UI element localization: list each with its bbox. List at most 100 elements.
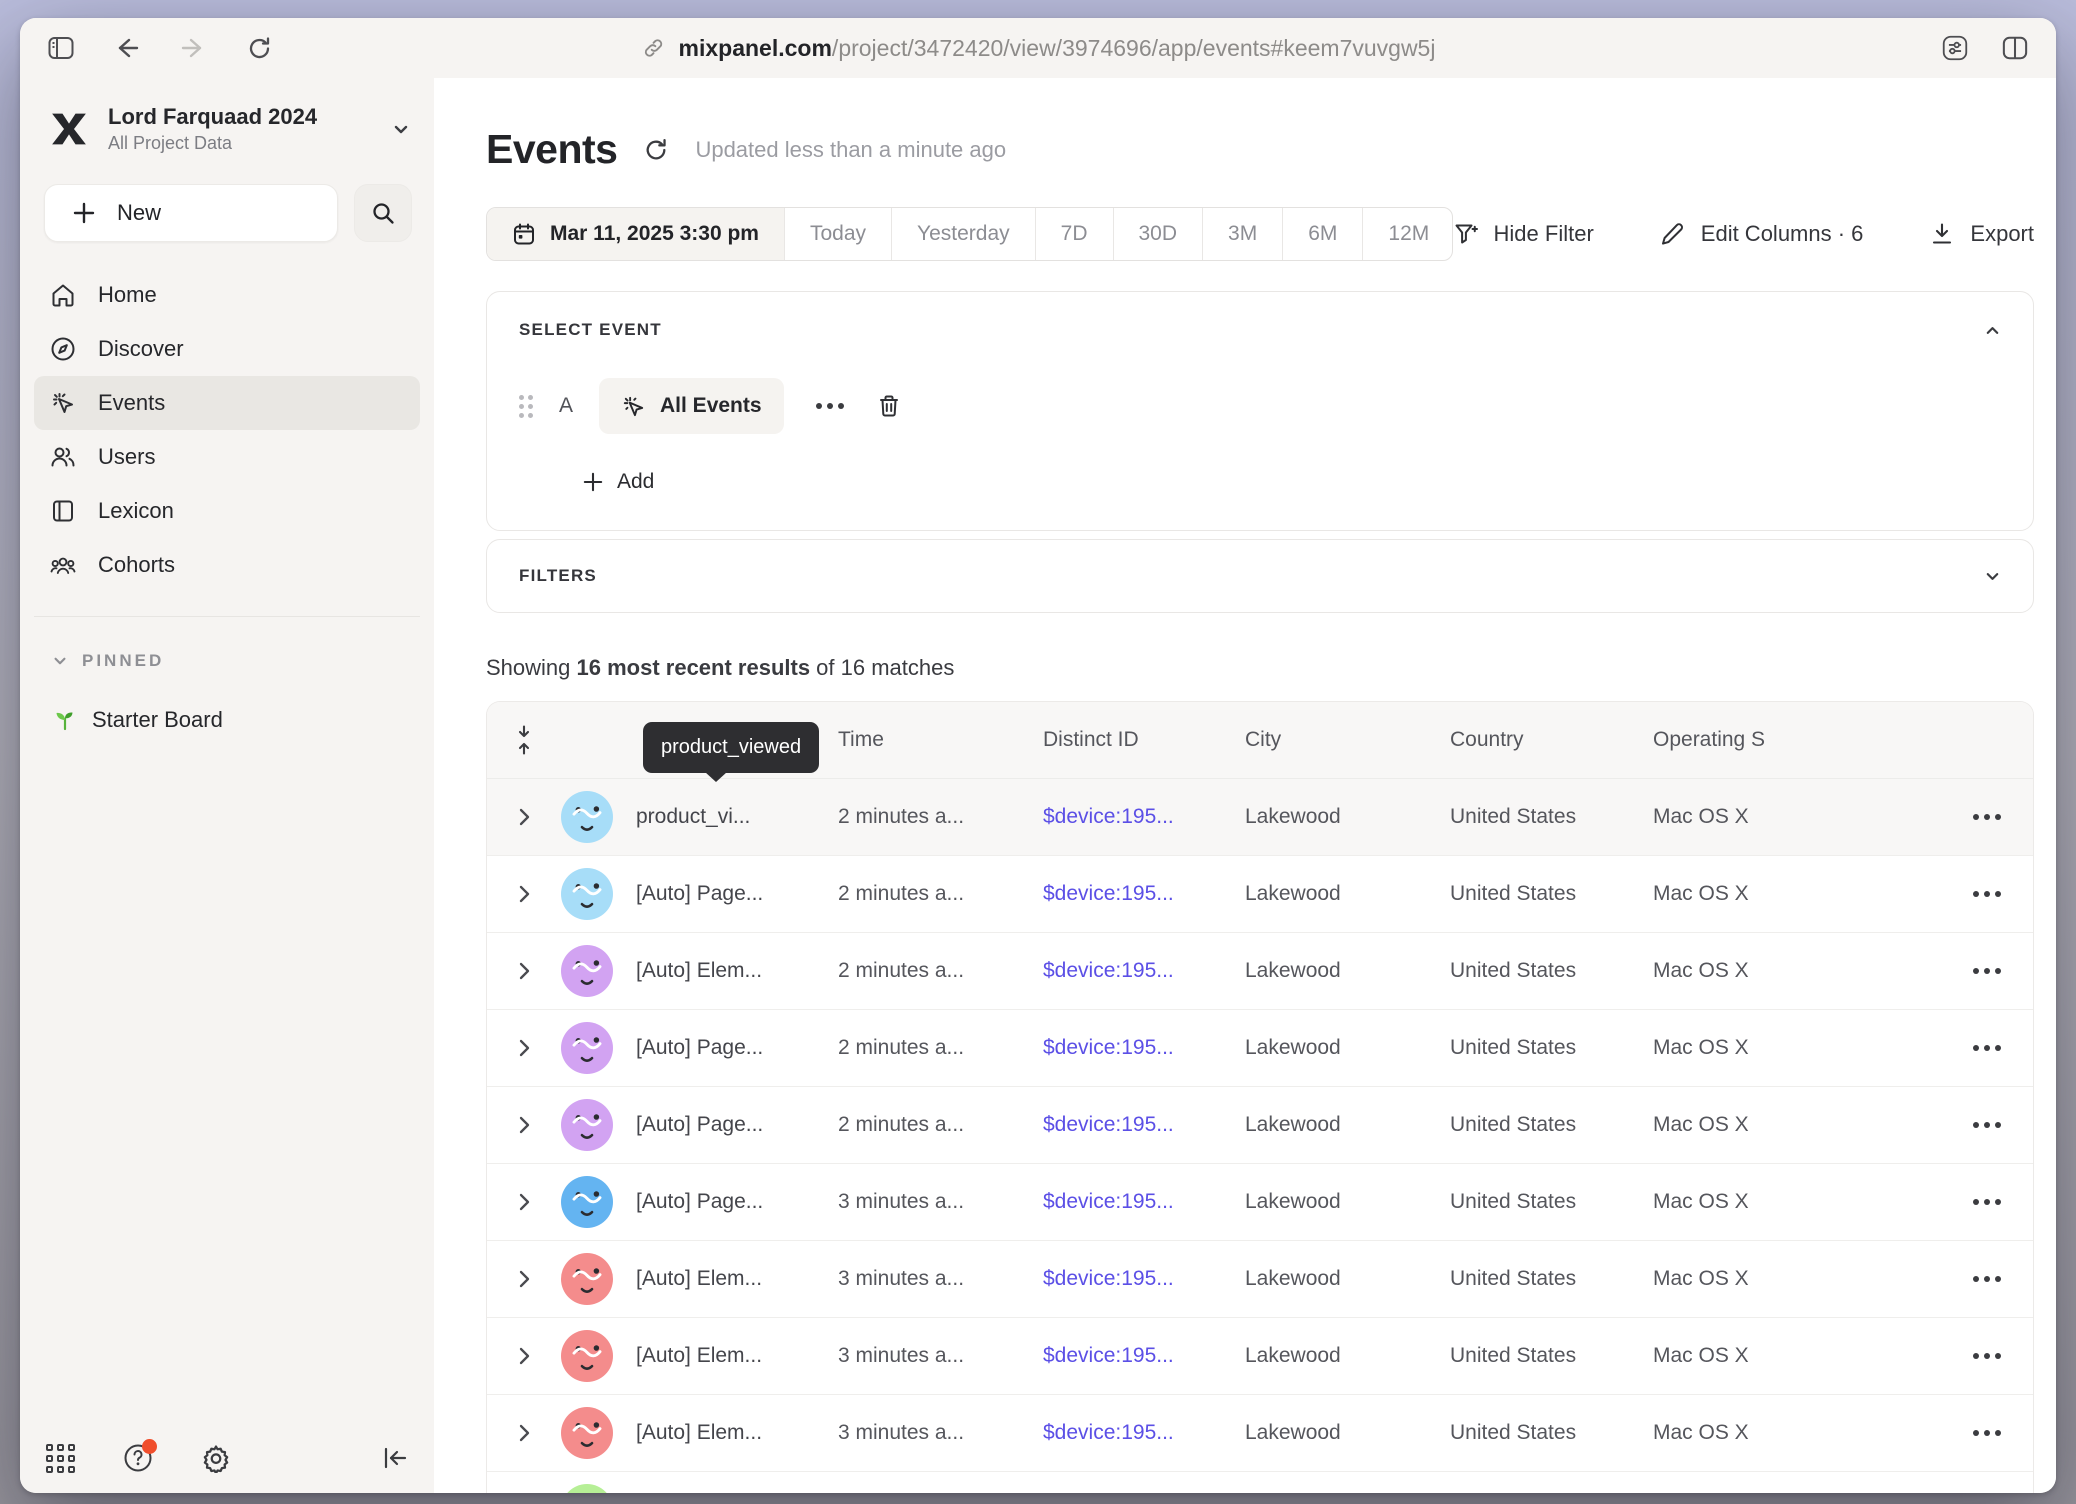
event-more-button[interactable]	[810, 403, 850, 409]
distinct-id-link[interactable]: $device:195...	[1043, 1190, 1245, 1214]
sidebar-item-events[interactable]: Events	[34, 376, 420, 430]
table-row[interactable]: [Auto] Elem... 4 minutes a... $device:19…	[487, 1472, 2033, 1493]
search-button[interactable]	[354, 184, 412, 242]
table-row[interactable]: [Auto] Page... 3 minutes a... $device:19…	[487, 1164, 2033, 1241]
distinct-id-link[interactable]: $device:195...	[1043, 882, 1245, 906]
row-expand-chevron[interactable]	[487, 807, 561, 827]
column-header-city[interactable]: City	[1245, 728, 1450, 752]
event-name-cell[interactable]: [Auto] Page...	[636, 882, 838, 906]
row-more-button[interactable]	[1967, 814, 2007, 820]
column-header-os[interactable]: Operating S	[1653, 728, 1871, 752]
table-row[interactable]: [Auto] Page... 2 minutes a... $device:19…	[487, 1010, 2033, 1087]
country-cell: United States	[1450, 1113, 1653, 1137]
row-more-button[interactable]	[1967, 1122, 2007, 1128]
split-view-icon[interactable]	[2002, 35, 2028, 61]
settings-gear-icon[interactable]	[201, 1443, 231, 1473]
sidebar-item-cohorts[interactable]: Cohorts	[34, 538, 420, 592]
row-expand-chevron[interactable]	[487, 884, 561, 904]
row-expand-chevron[interactable]	[487, 1346, 561, 1366]
distinct-id-link[interactable]: $device:195...	[1043, 1421, 1245, 1445]
table-row[interactable]: [Auto] Elem... 3 minutes a... $device:19…	[487, 1318, 2033, 1395]
pinned-section-toggle[interactable]: PINNED	[20, 617, 434, 671]
chevron-down-icon[interactable]	[1984, 568, 2001, 585]
column-header-time[interactable]: Time	[838, 728, 1043, 752]
users-icon	[50, 444, 76, 470]
url-host: mixpanel.com	[679, 35, 832, 61]
range-12m[interactable]: 12M	[1363, 208, 1452, 260]
back-icon[interactable]	[114, 35, 140, 61]
time-cell: 3 minutes a...	[838, 1267, 1043, 1291]
table-row[interactable]: [Auto] Elem... 3 minutes a... $device:19…	[487, 1395, 2033, 1472]
range-yesterday[interactable]: Yesterday	[892, 208, 1036, 260]
reload-icon[interactable]	[246, 35, 272, 61]
distinct-id-link[interactable]: $device:195...	[1043, 959, 1245, 983]
row-more-button[interactable]	[1967, 1430, 2007, 1436]
table-row[interactable]: [Auto] Page... 2 minutes a... $device:19…	[487, 856, 2033, 933]
row-expand-chevron[interactable]	[487, 1038, 561, 1058]
event-selector-chip[interactable]: All Events	[599, 378, 784, 434]
add-event-button[interactable]: Add	[583, 470, 2001, 494]
project-switcher[interactable]: Lord Farquaad 2024 All Project Data	[20, 78, 434, 164]
row-more-button[interactable]	[1967, 891, 2007, 897]
refresh-icon[interactable]	[643, 137, 669, 163]
sidebar-item-label: Cohorts	[98, 552, 175, 578]
row-expand-chevron[interactable]	[487, 1269, 561, 1289]
sidebar-item-starter-board[interactable]: Starter Board	[20, 671, 434, 733]
event-name-cell[interactable]: [Auto] Page...	[636, 1036, 838, 1060]
drag-handle[interactable]	[519, 395, 533, 418]
chevron-up-icon[interactable]	[1984, 322, 2001, 339]
range-7d[interactable]: 7D	[1036, 208, 1114, 260]
row-more-button[interactable]	[1967, 1353, 2007, 1359]
apps-grid-icon[interactable]	[46, 1444, 75, 1473]
collapse-sidebar-icon[interactable]	[382, 1446, 408, 1470]
browser-sidebar-toggle-icon[interactable]	[48, 35, 74, 61]
event-name-cell[interactable]: [Auto] Elem...	[636, 1421, 838, 1445]
distinct-id-link[interactable]: $device:195...	[1043, 1344, 1245, 1368]
distinct-id-link[interactable]: $device:195...	[1043, 1267, 1245, 1291]
new-button-label: New	[117, 200, 161, 226]
sidebar-item-users[interactable]: Users	[34, 430, 420, 484]
table-row[interactable]: [Auto] Elem... 3 minutes a... $device:19…	[487, 1241, 2033, 1318]
event-name-cell[interactable]: [Auto] Page...	[636, 1113, 838, 1137]
distinct-id-link[interactable]: $device:195...	[1043, 1113, 1245, 1137]
event-name-cell[interactable]: [Auto] Page...	[636, 1190, 838, 1214]
distinct-id-link[interactable]: $device:195...	[1043, 1036, 1245, 1060]
edit-columns-button[interactable]: Edit Columns · 6	[1660, 221, 1864, 247]
table-row[interactable]: [Auto] Page... 2 minutes a... $device:19…	[487, 1087, 2033, 1164]
row-more-button[interactable]	[1967, 1199, 2007, 1205]
event-name-cell[interactable]: product_vi...	[636, 805, 838, 829]
row-expand-chevron[interactable]	[487, 1423, 561, 1443]
table-row[interactable]: product_vi... 2 minutes a... $device:195…	[487, 779, 2033, 856]
event-name-cell[interactable]: [Auto] Elem...	[636, 959, 838, 983]
page-settings-icon[interactable]	[1942, 35, 1968, 61]
address-bar[interactable]: mixpanel.com/project/3472420/view/397469…	[641, 18, 1436, 78]
range-3m[interactable]: 3M	[1203, 208, 1283, 260]
row-more-button[interactable]	[1967, 1045, 2007, 1051]
row-more-button[interactable]	[1967, 1276, 2007, 1282]
time-cell: 3 minutes a...	[838, 1421, 1043, 1445]
export-button[interactable]: Export	[1929, 221, 2034, 247]
column-header-distinct-id[interactable]: Distinct ID	[1043, 728, 1245, 752]
row-expand-chevron[interactable]	[487, 961, 561, 981]
sidebar-item-discover[interactable]: Discover	[34, 322, 420, 376]
hide-filter-button[interactable]: Hide Filter	[1453, 221, 1594, 247]
table-row[interactable]: [Auto] Elem... 2 minutes a... $device:19…	[487, 933, 2033, 1010]
distinct-id-link[interactable]: $device:195...	[1043, 805, 1245, 829]
event-name-cell[interactable]: [Auto] Elem...	[636, 1344, 838, 1368]
delete-event-icon[interactable]	[876, 393, 902, 419]
collapse-all-rows-icon[interactable]	[487, 725, 561, 755]
range-6m[interactable]: 6M	[1283, 208, 1363, 260]
sidebar-item-home[interactable]: Home	[34, 268, 420, 322]
range-30d[interactable]: 30D	[1114, 208, 1204, 260]
event-name-cell[interactable]: [Auto] Elem...	[636, 1267, 838, 1291]
column-header-country[interactable]: Country	[1450, 728, 1653, 752]
date-picker-button[interactable]: Mar 11, 2025 3:30 pm	[487, 208, 785, 260]
row-expand-chevron[interactable]	[487, 1115, 561, 1135]
chevron-down-icon	[52, 653, 68, 669]
help-icon[interactable]	[123, 1443, 153, 1473]
range-today[interactable]: Today	[785, 208, 892, 260]
new-button[interactable]: New	[44, 184, 338, 242]
row-expand-chevron[interactable]	[487, 1192, 561, 1212]
sidebar-item-lexicon[interactable]: Lexicon	[34, 484, 420, 538]
row-more-button[interactable]	[1967, 968, 2007, 974]
